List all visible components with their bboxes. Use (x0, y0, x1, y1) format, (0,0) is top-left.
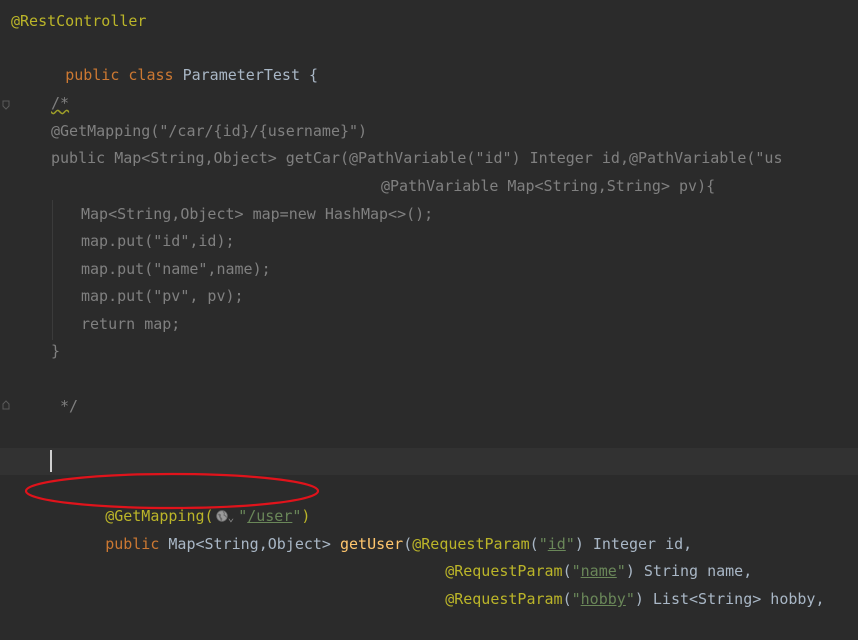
code-editor[interactable]: @RestController public class ParameterTe… (0, 0, 858, 608)
commented-code: map.put("pv", pv); (81, 287, 244, 305)
code-line: map.put("pv", pv); (0, 283, 858, 310)
code-line: public Map<String,Object> getUser(@Reque… (0, 504, 858, 553)
method-param: @RequestParam("hobby") List<String> hobb… (391, 559, 825, 640)
code-line: return map; (0, 311, 858, 338)
code-line: */ (0, 393, 858, 420)
commented-code: return map; (81, 315, 181, 333)
commented-code: @GetMapping("/car/{id}/{username}") (51, 122, 368, 140)
code-line: @GetMapping("/car/{id}/{username}") (0, 118, 858, 145)
code-line: public Map<String,Object> getCar(@PathVa… (0, 145, 858, 172)
param-name-ref[interactable]: hobby (581, 590, 626, 608)
annotation-text: @RestController (11, 12, 147, 30)
annotation-text: @RequestParam (445, 590, 563, 608)
class-name-text: ParameterTest { (182, 66, 319, 84)
commented-code: Map<String,Object> map=new HashMap<>(); (81, 205, 434, 223)
code-line: public class ParameterTest { (0, 35, 858, 84)
code-line: @RequestParam("name") String name, (0, 531, 858, 580)
commented-code: map.put("id",id); (81, 232, 235, 250)
string-quote: " (571, 590, 581, 608)
comment-open: /* (51, 94, 70, 112)
code-line: Map<String,Object> map=new HashMap<>(); (0, 201, 858, 228)
commented-code: } (51, 342, 61, 360)
code-line: map.put("id",id); (0, 228, 858, 255)
param-rest-text: ) List<String> hobby, (634, 590, 825, 608)
comment-close: */ (60, 397, 79, 415)
code-line: } (0, 338, 858, 365)
code-line: @RequestParam("hobby") List<String> hobb… (0, 559, 858, 608)
text-caret (50, 450, 52, 472)
code-line: @RestController (0, 8, 858, 35)
commented-code: @PathVariable Map<String,String> pv){ (381, 177, 716, 195)
code-line: map.put("name",name); (0, 256, 858, 283)
current-line-highlight (0, 448, 858, 475)
code-line: @PathVariable Map<String,String> pv){ (0, 173, 858, 200)
commented-code: map.put("name",name); (81, 260, 271, 278)
code-line: /* (0, 90, 858, 117)
string-quote: " (625, 590, 635, 608)
paren-text: ( (562, 590, 572, 608)
code-line: @GetMapping( ⌄ "/user") (0, 476, 858, 525)
keyword-text: public class (65, 66, 183, 84)
commented-code: public Map<String,Object> getCar(@PathVa… (51, 149, 783, 167)
